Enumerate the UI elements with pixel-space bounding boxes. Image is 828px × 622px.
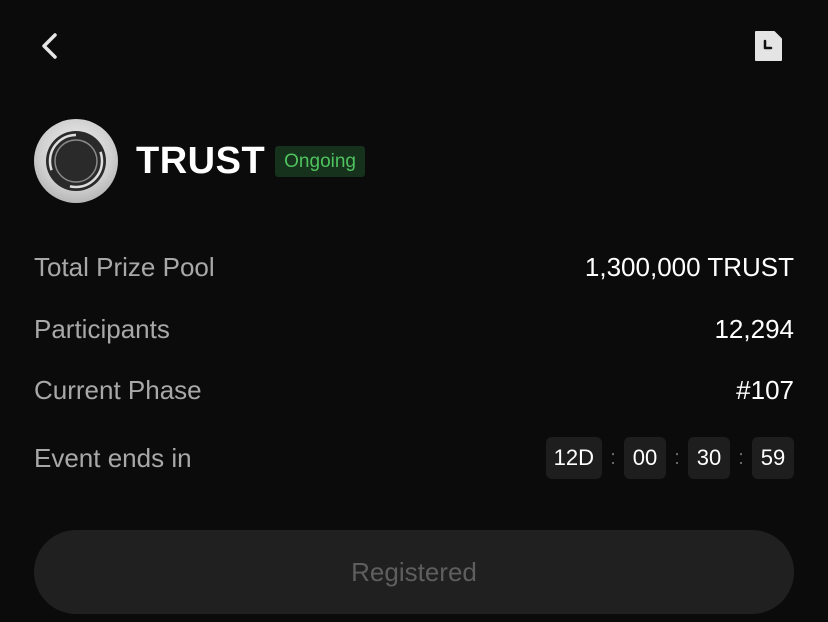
document-clock-icon	[755, 31, 782, 61]
countdown-timer: 12D : 00 : 30 : 59	[545, 437, 794, 479]
participants-row: Participants 12,294	[34, 314, 794, 345]
countdown-seconds: 59	[752, 437, 794, 479]
trust-logo-icon	[34, 119, 118, 203]
event-end-row: Event ends in 12D : 00 : 30 : 59	[34, 437, 794, 479]
countdown-minutes: 30	[688, 437, 730, 479]
participants-value: 12,294	[714, 314, 794, 344]
phase-value: #107	[736, 375, 794, 405]
registered-button[interactable]: Registered	[34, 530, 794, 614]
token-name: TRUST	[136, 139, 266, 182]
history-button[interactable]	[748, 26, 788, 66]
chevron-left-icon	[42, 33, 57, 59]
countdown-separator: :	[610, 446, 616, 469]
back-button[interactable]	[30, 26, 70, 66]
prize-pool-row: Total Prize Pool 1,300,000 TRUST	[34, 252, 794, 283]
phase-label: Current Phase	[34, 375, 202, 405]
status-badge: Ongoing	[275, 145, 365, 177]
countdown-hours: 00	[624, 437, 666, 479]
countdown-days: 12D	[545, 437, 602, 479]
prize-pool-value: 1,300,000 TRUST	[584, 252, 794, 282]
countdown-separator: :	[674, 446, 680, 469]
prize-pool-label: Total Prize Pool	[34, 252, 215, 282]
participants-label: Participants	[34, 314, 170, 344]
phase-row: Current Phase #107	[34, 375, 794, 406]
token-header: TRUST Ongoing	[34, 118, 365, 204]
event-end-label: Event ends in	[34, 442, 192, 473]
countdown-separator: :	[738, 446, 744, 469]
